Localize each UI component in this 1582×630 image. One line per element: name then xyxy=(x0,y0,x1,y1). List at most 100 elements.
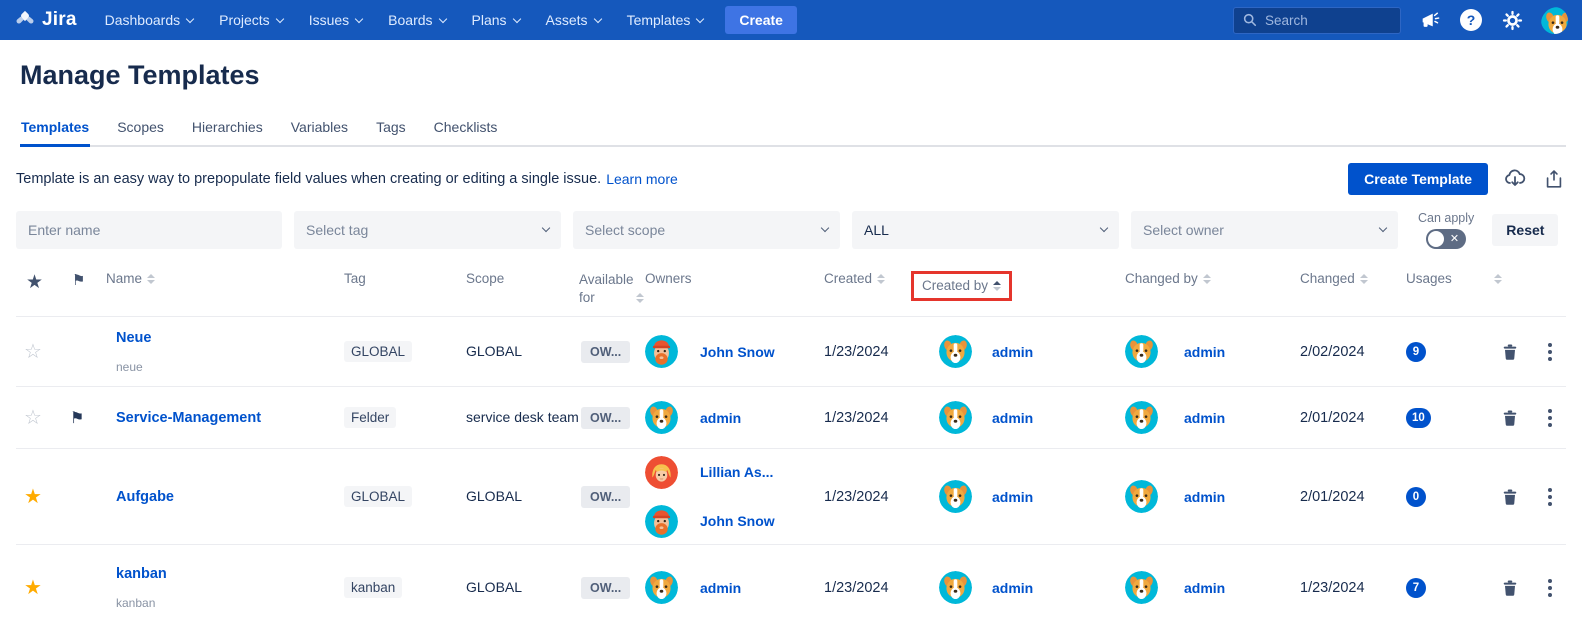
flag-column-icon[interactable]: ⚑ xyxy=(72,271,85,289)
available-for-chip: OW... xyxy=(581,577,630,599)
create-template-button[interactable]: Create Template xyxy=(1348,163,1488,195)
user-link[interactable]: admin xyxy=(992,489,1033,505)
column-header-usages[interactable]: Usages xyxy=(1386,271,1476,286)
tab-templates[interactable]: Templates xyxy=(20,113,90,145)
sort-icon xyxy=(636,293,644,303)
tab-hierarchies[interactable]: Hierarchies xyxy=(191,113,264,145)
question-mark: ? xyxy=(1460,9,1482,31)
user-link[interactable]: John Snow xyxy=(700,344,775,360)
tab-checklists[interactable]: Checklists xyxy=(433,113,499,145)
user-link[interactable]: admin xyxy=(1184,580,1225,596)
usages-badge: 7 xyxy=(1406,578,1426,598)
column-header-created[interactable]: Created xyxy=(806,271,911,286)
user-chip: John Snow xyxy=(645,335,775,368)
nav-item-label: Projects xyxy=(219,12,270,28)
star-toggle[interactable]: ☆ xyxy=(24,405,42,430)
delete-icon[interactable] xyxy=(1500,578,1520,598)
user-chip: John Snow xyxy=(645,505,775,538)
delete-icon[interactable] xyxy=(1500,342,1520,362)
more-actions-icon[interactable] xyxy=(1542,486,1558,508)
nav-item-projects[interactable]: Projects xyxy=(219,12,283,28)
more-actions-icon[interactable] xyxy=(1542,577,1558,599)
more-actions-icon[interactable] xyxy=(1542,341,1558,363)
dog-avatar xyxy=(645,571,678,604)
tab-variables[interactable]: Variables xyxy=(290,113,349,145)
create-button[interactable]: Create xyxy=(725,6,797,34)
dog-avatar xyxy=(1125,571,1158,604)
template-name-link[interactable]: Service-Management xyxy=(116,410,261,426)
can-apply-toggle[interactable]: ✕ xyxy=(1426,229,1466,249)
column-header-changed-by[interactable]: Changed by xyxy=(1101,271,1276,286)
table-row: ★ kanban kanban kanban GLOBAL OW... admi… xyxy=(16,545,1566,630)
user-link[interactable]: admin xyxy=(700,410,741,426)
user-link[interactable]: Lillian As... xyxy=(700,464,773,480)
reset-button[interactable]: Reset xyxy=(1492,214,1558,246)
nav-menu: Dashboards Projects Issues Boards Plans Asset… xyxy=(105,12,704,28)
more-actions-icon[interactable] xyxy=(1542,407,1558,429)
column-header-available-for[interactable]: Available for xyxy=(579,271,641,306)
created-value: 1/23/2024 xyxy=(824,489,889,505)
learn-more-link[interactable]: Learn more xyxy=(606,171,678,187)
tag-filter-select[interactable]: Select tag xyxy=(294,211,561,249)
star-toggle[interactable]: ☆ xyxy=(24,339,42,364)
tag-chip: GLOBAL xyxy=(344,341,412,362)
star-toggle[interactable]: ★ xyxy=(24,575,42,600)
tag-chip: Felder xyxy=(344,407,396,428)
tag-chip: kanban xyxy=(344,577,402,598)
nav-item-label: Assets xyxy=(546,12,588,28)
nav-item-assets[interactable]: Assets xyxy=(546,12,601,28)
chevron-down-icon xyxy=(542,224,550,232)
nav-item-plans[interactable]: Plans xyxy=(472,12,520,28)
usages-badge: 10 xyxy=(1406,408,1431,428)
name-filter-input[interactable] xyxy=(28,222,270,238)
created-value: 1/23/2024 xyxy=(824,344,889,360)
column-header-changed[interactable]: Changed xyxy=(1276,271,1386,286)
nav-item-label: Issues xyxy=(309,12,349,28)
import-cloud-icon[interactable] xyxy=(1503,167,1527,191)
jira-logo[interactable]: Jira xyxy=(14,9,77,31)
profile-avatar[interactable] xyxy=(1541,7,1568,34)
user-link[interactable]: admin xyxy=(992,344,1033,360)
tab-scopes[interactable]: Scopes xyxy=(116,113,165,145)
type-filter-select[interactable]: ALL xyxy=(852,211,1119,249)
star-column-icon[interactable]: ★ xyxy=(26,271,43,294)
template-name-link[interactable]: Neue xyxy=(116,330,151,346)
nav-item-boards[interactable]: Boards xyxy=(388,12,445,28)
column-header-created-by[interactable]: Created by xyxy=(911,271,1101,301)
chevron-down-icon xyxy=(821,224,829,232)
nav-item-issues[interactable]: Issues xyxy=(309,12,362,28)
tab-tags[interactable]: Tags xyxy=(375,113,407,145)
scope-filter-select[interactable]: Select scope xyxy=(573,211,840,249)
owner-filter-select[interactable]: Select owner xyxy=(1131,211,1398,249)
user-chip: Lillian As... xyxy=(645,456,773,489)
user-link[interactable]: admin xyxy=(1184,344,1225,360)
export-icon[interactable] xyxy=(1542,167,1566,191)
announcements-icon[interactable] xyxy=(1418,8,1442,32)
help-icon[interactable]: ? xyxy=(1459,8,1483,32)
owner-filter-value: Select owner xyxy=(1143,222,1224,238)
nav-item-dashboards[interactable]: Dashboards xyxy=(105,12,194,28)
search-input[interactable] xyxy=(1265,13,1385,28)
user-chip: admin xyxy=(1125,480,1225,513)
user-link[interactable]: admin xyxy=(992,410,1033,426)
column-header-name[interactable]: Name xyxy=(104,271,334,286)
tag-chip: GLOBAL xyxy=(344,486,412,507)
settings-gear-icon[interactable] xyxy=(1500,8,1524,32)
nav-item-label: Templates xyxy=(627,12,691,28)
nav-item-templates[interactable]: Templates xyxy=(627,12,704,28)
can-apply-filter: Can apply ✕ xyxy=(1418,211,1474,249)
dog-avatar xyxy=(645,401,678,434)
user-link[interactable]: admin xyxy=(992,580,1033,596)
star-toggle[interactable]: ★ xyxy=(24,484,42,509)
flag-icon[interactable]: ⚑ xyxy=(70,408,84,428)
user-chip: admin xyxy=(1125,335,1225,368)
template-name-link[interactable]: kanban xyxy=(116,566,167,582)
user-link[interactable]: admin xyxy=(1184,410,1225,426)
search-box[interactable] xyxy=(1233,7,1401,34)
template-name-link[interactable]: Aufgabe xyxy=(116,489,174,505)
user-link[interactable]: admin xyxy=(1184,489,1225,505)
delete-icon[interactable] xyxy=(1500,487,1520,507)
delete-icon[interactable] xyxy=(1500,408,1520,428)
user-link[interactable]: admin xyxy=(700,580,741,596)
user-link[interactable]: John Snow xyxy=(700,513,775,529)
